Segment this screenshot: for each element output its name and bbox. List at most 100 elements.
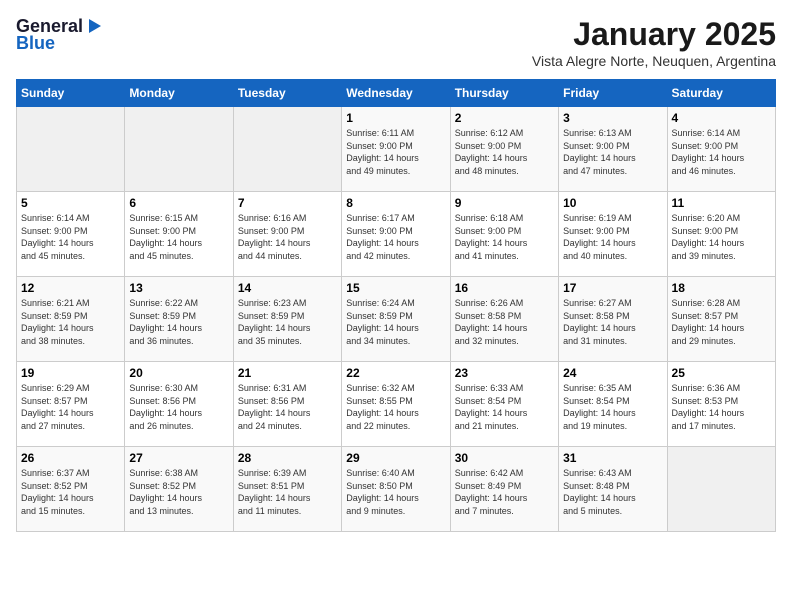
calendar-cell: 18Sunrise: 6:28 AM Sunset: 8:57 PM Dayli… <box>667 277 775 362</box>
day-header-tuesday: Tuesday <box>233 80 341 107</box>
calendar-cell <box>17 107 125 192</box>
day-number: 15 <box>346 281 445 295</box>
day-number: 1 <box>346 111 445 125</box>
day-number: 26 <box>21 451 120 465</box>
calendar-cell: 12 Sunrise: 6:21 AM Sunset: 8:59 PM Dayli… <box>17 277 125 362</box>
page-header: General Blue January 2025 Vista Alegre N… <box>16 16 776 69</box>
day-number: 9 <box>455 196 554 210</box>
day-number: 14 <box>238 281 337 295</box>
calendar-cell: 17Sunrise: 6:27 AM Sunset: 8:58 PM Dayli… <box>559 277 667 362</box>
day-info: Sunrise: 6:43 AM Sunset: 8:48 PM Dayligh… <box>563 467 662 517</box>
calendar-cell: 11 Sunrise: 6:20 AM Sunset: 9:00 PM Dayli… <box>667 192 775 277</box>
day-info: Sunrise: 6:38 AM Sunset: 8:52 PM Dayligh… <box>129 467 228 517</box>
day-number: 23 <box>455 366 554 380</box>
day-info: Sunrise: 6:20 AM Sunset: 9:00 PM Dayligh… <box>672 212 771 262</box>
day-number: 31 <box>563 451 662 465</box>
day-number: 2 <box>455 111 554 125</box>
day-number: 25 <box>672 366 771 380</box>
calendar-cell: 5 Sunrise: 6:14 AM Sunset: 9:00 PM Daylig… <box>17 192 125 277</box>
logo: General Blue <box>16 16 103 54</box>
calendar-cell: 1 Sunrise: 6:11 AM Sunset: 9:00 PM Daylig… <box>342 107 450 192</box>
day-number: 5 <box>21 196 120 210</box>
day-info: Sunrise: 6:24 AM Sunset: 8:59 PM Dayligh… <box>346 297 445 347</box>
day-number: 16 <box>455 281 554 295</box>
day-info: Sunrise: 6:13 AM Sunset: 9:00 PM Dayligh… <box>563 127 662 177</box>
day-header-friday: Friday <box>559 80 667 107</box>
day-number: 11 <box>672 196 771 210</box>
calendar-cell: 7 Sunrise: 6:16 AM Sunset: 9:00 PM Daylig… <box>233 192 341 277</box>
calendar-week-row: 5 Sunrise: 6:14 AM Sunset: 9:00 PM Daylig… <box>17 192 776 277</box>
day-info: Sunrise: 6:17 AM Sunset: 9:00 PM Dayligh… <box>346 212 445 262</box>
day-info: Sunrise: 6:35 AM Sunset: 8:54 PM Dayligh… <box>563 382 662 432</box>
calendar-cell: 15 Sunrise: 6:24 AM Sunset: 8:59 PM Dayli… <box>342 277 450 362</box>
day-info: Sunrise: 6:16 AM Sunset: 9:00 PM Dayligh… <box>238 212 337 262</box>
day-header-saturday: Saturday <box>667 80 775 107</box>
day-info: Sunrise: 6:39 AM Sunset: 8:51 PM Dayligh… <box>238 467 337 517</box>
day-number: 13 <box>129 281 228 295</box>
day-header-thursday: Thursday <box>450 80 558 107</box>
title-area: January 2025 Vista Alegre Norte, Neuquen… <box>532 16 776 69</box>
calendar-cell: 4 Sunrise: 6:14 AM Sunset: 9:00 PM Daylig… <box>667 107 775 192</box>
day-number: 4 <box>672 111 771 125</box>
calendar-cell: 2 Sunrise: 6:12 AM Sunset: 9:00 PM Daylig… <box>450 107 558 192</box>
day-number: 8 <box>346 196 445 210</box>
day-info: Sunrise: 6:26 AM Sunset: 8:58 PM Dayligh… <box>455 297 554 347</box>
day-number: 21 <box>238 366 337 380</box>
calendar-cell: 10 Sunrise: 6:19 AM Sunset: 9:00 PM Dayli… <box>559 192 667 277</box>
calendar-cell: 28 Sunrise: 6:39 AM Sunset: 8:51 PM Dayli… <box>233 447 341 532</box>
calendar-cell: 8 Sunrise: 6:17 AM Sunset: 9:00 PM Daylig… <box>342 192 450 277</box>
month-title: January 2025 <box>532 16 776 53</box>
day-number: 19 <box>21 366 120 380</box>
day-number: 30 <box>455 451 554 465</box>
calendar-cell: 26 Sunrise: 6:37 AM Sunset: 8:52 PM Dayli… <box>17 447 125 532</box>
calendar-cell: 3 Sunrise: 6:13 AM Sunset: 9:00 PM Daylig… <box>559 107 667 192</box>
day-number: 20 <box>129 366 228 380</box>
day-info: Sunrise: 6:37 AM Sunset: 8:52 PM Dayligh… <box>21 467 120 517</box>
day-number: 6 <box>129 196 228 210</box>
calendar-cell: 25Sunrise: 6:36 AM Sunset: 8:53 PM Dayli… <box>667 362 775 447</box>
day-info: Sunrise: 6:32 AM Sunset: 8:55 PM Dayligh… <box>346 382 445 432</box>
day-number: 7 <box>238 196 337 210</box>
day-info: Sunrise: 6:33 AM Sunset: 8:54 PM Dayligh… <box>455 382 554 432</box>
day-number: 12 <box>21 281 120 295</box>
calendar-cell: 29Sunrise: 6:40 AM Sunset: 8:50 PM Dayli… <box>342 447 450 532</box>
day-info: Sunrise: 6:28 AM Sunset: 8:57 PM Dayligh… <box>672 297 771 347</box>
day-info: Sunrise: 6:14 AM Sunset: 9:00 PM Dayligh… <box>21 212 120 262</box>
day-number: 24 <box>563 366 662 380</box>
day-number: 29 <box>346 451 445 465</box>
calendar-cell: 21Sunrise: 6:31 AM Sunset: 8:56 PM Dayli… <box>233 362 341 447</box>
day-info: Sunrise: 6:42 AM Sunset: 8:49 PM Dayligh… <box>455 467 554 517</box>
calendar-cell: 31 Sunrise: 6:43 AM Sunset: 8:48 PM Dayli… <box>559 447 667 532</box>
calendar-table: SundayMondayTuesdayWednesdayThursdayFrid… <box>16 79 776 532</box>
calendar-cell: 9 Sunrise: 6:18 AM Sunset: 9:00 PM Daylig… <box>450 192 558 277</box>
calendar-cell: 27 Sunrise: 6:38 AM Sunset: 8:52 PM Dayli… <box>125 447 233 532</box>
calendar-cell: 30 Sunrise: 6:42 AM Sunset: 8:49 PM Dayli… <box>450 447 558 532</box>
day-info: Sunrise: 6:11 AM Sunset: 9:00 PM Dayligh… <box>346 127 445 177</box>
day-number: 3 <box>563 111 662 125</box>
day-number: 22 <box>346 366 445 380</box>
day-number: 27 <box>129 451 228 465</box>
calendar-cell: 6 Sunrise: 6:15 AM Sunset: 9:00 PM Daylig… <box>125 192 233 277</box>
day-info: Sunrise: 6:19 AM Sunset: 9:00 PM Dayligh… <box>563 212 662 262</box>
calendar-cell <box>233 107 341 192</box>
calendar-cell <box>667 447 775 532</box>
day-info: Sunrise: 6:15 AM Sunset: 9:00 PM Dayligh… <box>129 212 228 262</box>
day-info: Sunrise: 6:29 AM Sunset: 8:57 PM Dayligh… <box>21 382 120 432</box>
day-info: Sunrise: 6:14 AM Sunset: 9:00 PM Dayligh… <box>672 127 771 177</box>
day-number: 28 <box>238 451 337 465</box>
calendar-cell: 24 Sunrise: 6:35 AM Sunset: 8:54 PM Dayli… <box>559 362 667 447</box>
calendar-week-row: 19 Sunrise: 6:29 AM Sunset: 8:57 PM Dayli… <box>17 362 776 447</box>
day-header-sunday: Sunday <box>17 80 125 107</box>
day-info: Sunrise: 6:18 AM Sunset: 9:00 PM Dayligh… <box>455 212 554 262</box>
day-info: Sunrise: 6:21 AM Sunset: 8:59 PM Dayligh… <box>21 297 120 347</box>
calendar-cell: 13 Sunrise: 6:22 AM Sunset: 8:59 PM Dayli… <box>125 277 233 362</box>
day-header-wednesday: Wednesday <box>342 80 450 107</box>
calendar-week-row: 1 Sunrise: 6:11 AM Sunset: 9:00 PM Daylig… <box>17 107 776 192</box>
calendar-cell: 14Sunrise: 6:23 AM Sunset: 8:59 PM Dayli… <box>233 277 341 362</box>
day-number: 17 <box>563 281 662 295</box>
day-info: Sunrise: 6:30 AM Sunset: 8:56 PM Dayligh… <box>129 382 228 432</box>
day-info: Sunrise: 6:22 AM Sunset: 8:59 PM Dayligh… <box>129 297 228 347</box>
day-info: Sunrise: 6:12 AM Sunset: 9:00 PM Dayligh… <box>455 127 554 177</box>
day-number: 10 <box>563 196 662 210</box>
logo-arrow-icon <box>85 17 103 35</box>
